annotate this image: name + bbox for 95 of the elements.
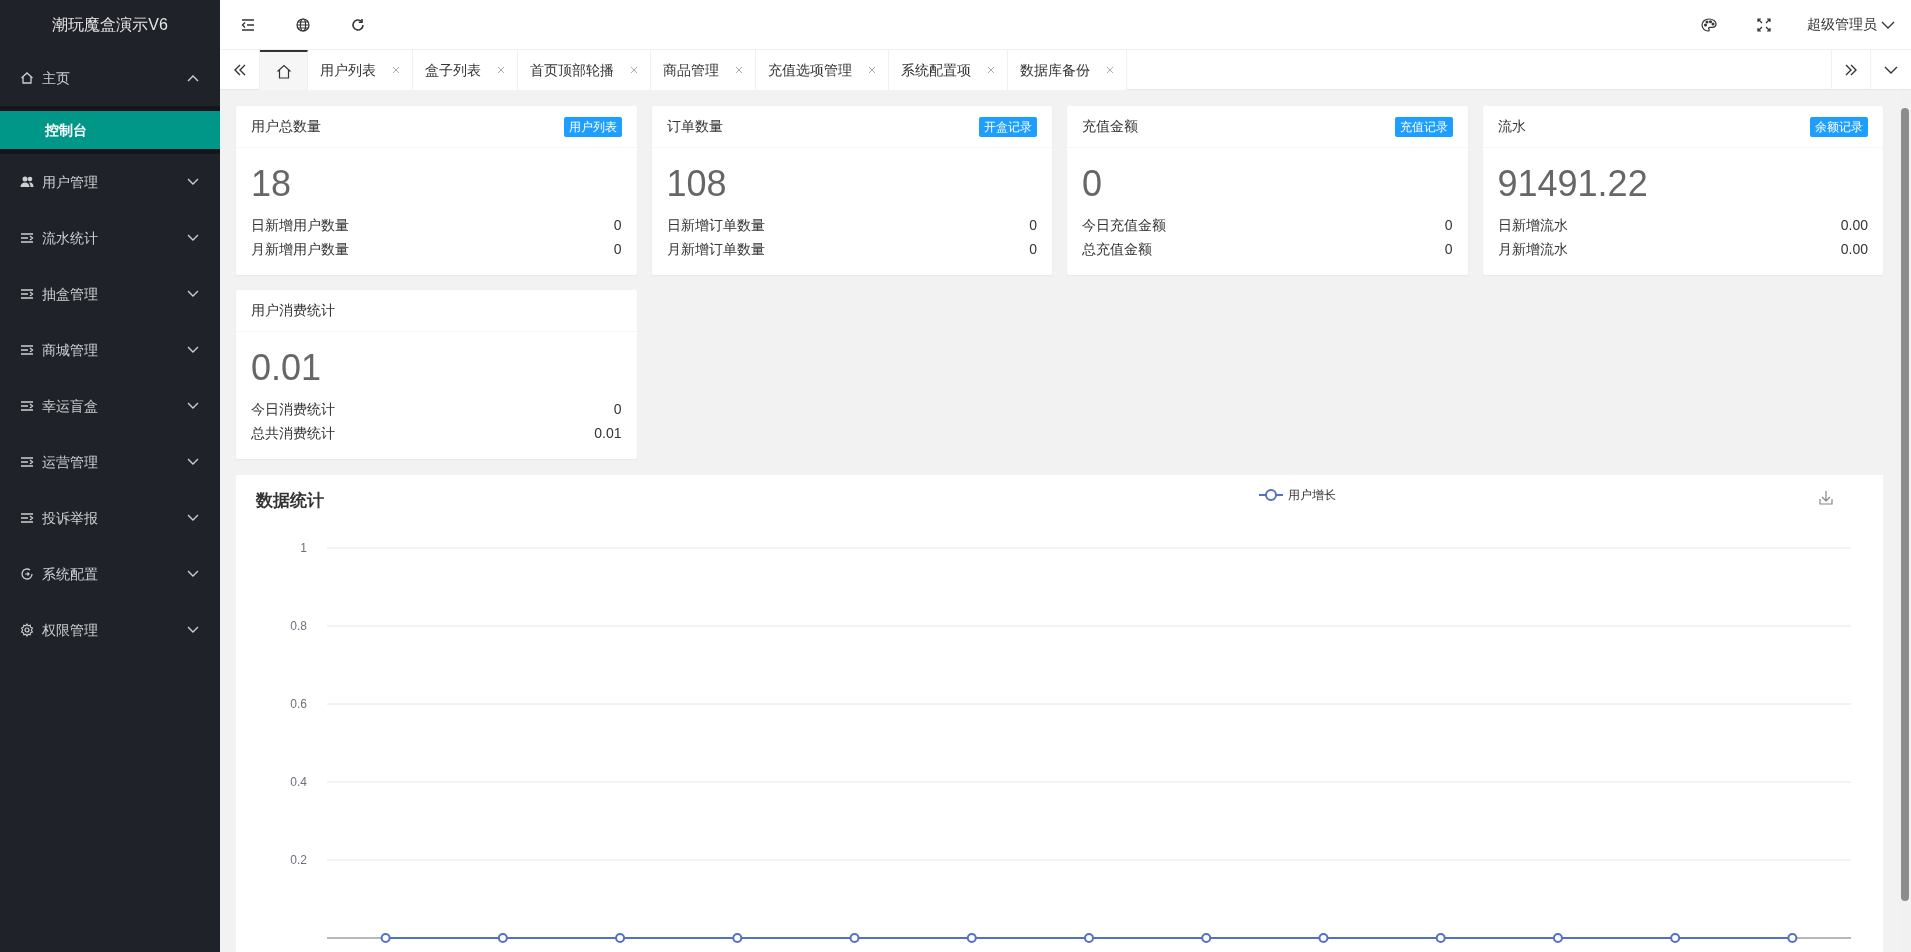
close-icon[interactable]: [497, 66, 505, 74]
data-point: [1670, 933, 1681, 944]
chart-title: 数据统计: [256, 491, 324, 511]
stat-label: 今日充值金额: [1082, 216, 1166, 236]
list-icon: [20, 455, 34, 469]
list-icon: [20, 287, 34, 301]
data-point: [380, 933, 391, 944]
home-icon: [275, 63, 292, 79]
sidebar-item[interactable]: 流水统计: [0, 210, 220, 266]
sidebar-item[interactable]: 系统配置: [0, 546, 220, 602]
data-point: [732, 933, 743, 944]
stat-number: 0: [1444, 216, 1453, 236]
stat-number: 0.00: [1840, 240, 1868, 260]
axis-tick-label: 0.8: [290, 619, 307, 634]
card-title: 流水: [1497, 117, 1526, 136]
stat-value: 108: [666, 162, 727, 206]
stat-value: 0.01: [251, 346, 322, 390]
stat-value: 18: [251, 162, 292, 206]
tab[interactable]: 首页顶部轮播: [518, 50, 651, 90]
list-icon: [20, 343, 34, 357]
stat-number: 0: [613, 240, 622, 260]
legend-item[interactable]: [1258, 489, 1284, 502]
stat-label: 今日消费统计: [251, 400, 335, 420]
data-point: [1084, 933, 1094, 944]
sidebar-item[interactable]: 用户管理: [0, 154, 220, 210]
stat-value: 0: [1082, 162, 1103, 206]
stat-label: 总充值金额: [1082, 240, 1152, 260]
stat-number: 0: [1029, 216, 1037, 236]
stat-value: 91491.22: [1497, 162, 1648, 206]
stat-number: 0.00: [1840, 216, 1868, 236]
stat-label: 月新增订单数量: [666, 240, 765, 260]
sidebar-item[interactable]: 抽盒管理: [0, 266, 220, 322]
stat-label: 总共消费统计: [251, 424, 335, 444]
close-icon[interactable]: [987, 66, 995, 74]
download-icon[interactable]: [1819, 490, 1833, 505]
close-icon[interactable]: [392, 66, 400, 74]
card-title: 充值金额: [1082, 117, 1138, 136]
axis-tick-label: 0.4: [290, 775, 307, 790]
tab[interactable]: 用户列表: [308, 50, 413, 90]
stat-label: 月新增流水: [1497, 240, 1568, 260]
close-icon[interactable]: [1106, 66, 1114, 74]
data-point: [1435, 933, 1446, 944]
sidebar-item[interactable]: 商城管理: [0, 322, 220, 378]
data-point: [966, 933, 977, 944]
axis-tick-label: 1: [300, 541, 307, 556]
stat-label: 月新增用户数量: [251, 240, 349, 260]
data-point: [1787, 933, 1798, 944]
close-icon[interactable]: [868, 66, 876, 74]
stat-label: 日新增流水: [1497, 216, 1568, 236]
legend-label: 用户增长: [1288, 488, 1336, 503]
stat-label: 日新增用户数量: [251, 216, 349, 236]
stat-number: 0: [613, 216, 622, 236]
axis-tick-label: 0.2: [290, 853, 307, 868]
sidebar-item[interactable]: 权限管理: [0, 602, 220, 658]
gear-icon: [20, 623, 34, 637]
tab[interactable]: 充值选项管理: [756, 50, 889, 90]
data-point: [497, 933, 508, 944]
chevron-down-icon: [1884, 66, 1898, 74]
stat-number: 0: [1029, 240, 1037, 260]
stat-number: 0.01: [594, 424, 622, 444]
home-tab[interactable]: [260, 50, 308, 90]
user-menu[interactable]: 超级管理员: [1791, 14, 1911, 35]
sidebar-item[interactable]: 幸运盲盒: [0, 378, 220, 434]
close-icon[interactable]: [630, 66, 638, 74]
sidebar-item[interactable]: 投诉举报: [0, 490, 220, 546]
list-icon: [20, 511, 34, 525]
users-icon: [20, 175, 34, 189]
tab[interactable]: 系统配置项: [889, 50, 1008, 90]
sidebar-item[interactable]: 主页: [0, 50, 220, 106]
list-icon: [20, 399, 34, 413]
tab[interactable]: 商品管理: [651, 50, 756, 90]
caret-icon: [1881, 20, 1895, 29]
app-title: 潮玩魔盒演示V6: [52, 15, 168, 35]
tab[interactable]: 数据库备份: [1008, 50, 1127, 90]
data-point: [1552, 933, 1563, 944]
stat-label: 日新增订单数量: [666, 216, 765, 236]
stat-number: 0: [1444, 240, 1453, 260]
sidebar-item[interactable]: 运营管理: [0, 434, 220, 490]
data-point: [1318, 933, 1329, 944]
card-title: 用户消费统计: [251, 301, 335, 321]
card-title: 订单数量: [666, 117, 723, 136]
sidebar-subitem[interactable]: 控制台: [0, 111, 220, 149]
data-point: [1201, 933, 1212, 944]
double-chevron-left-icon: [232, 64, 247, 76]
list-icon: [20, 231, 34, 245]
double-chevron-right-icon: [1844, 64, 1858, 76]
cycle-icon: [20, 567, 34, 581]
data-point: [615, 933, 626, 944]
card-title: 用户总数量: [251, 117, 321, 136]
close-icon[interactable]: [735, 66, 743, 74]
stat-number: 0: [613, 400, 622, 420]
tab[interactable]: 盒子列表: [413, 50, 518, 90]
axis-tick-label: 0.6: [290, 697, 307, 712]
data-point: [849, 933, 860, 944]
home-icon: [20, 71, 34, 85]
